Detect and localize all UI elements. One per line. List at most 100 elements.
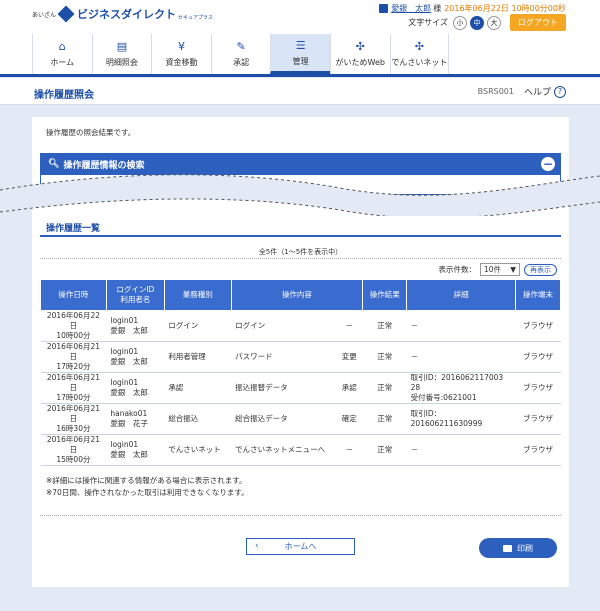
nav-label: 承認: [233, 58, 250, 67]
list-section-title: 操作履歴一覧: [46, 224, 101, 234]
cell-detail: 取引ID： 201606211630999: [406, 403, 516, 435]
bank-logo[interactable]: あいざん ビジネスダイレクト セキュアプラス: [32, 5, 213, 23]
nav-label: 管理: [292, 56, 309, 66]
intro-text: 操作履歴の照会結果です。: [46, 128, 136, 137]
manage-icon: ☰: [295, 38, 306, 52]
bottom-divider: [40, 515, 561, 516]
col-header-terminal: 操作端末: [515, 279, 561, 311]
last-login-time: 2016年06月22日 10時00分00秒: [444, 4, 566, 13]
home-icon: ⌂: [58, 40, 66, 53]
cell-login: hanako01 愛銀 花子: [106, 403, 165, 435]
cell-category: でんさいネット: [164, 434, 232, 466]
help-label: ヘルプ: [523, 88, 551, 98]
cell-login: login01 愛銀 太郎: [106, 372, 165, 404]
redisplay-button[interactable]: 再表示: [524, 263, 557, 276]
cell-content-sub: 承認: [335, 372, 363, 404]
globe-icon: ✣: [355, 40, 365, 53]
font-size-small-button[interactable]: 小: [453, 15, 467, 30]
font-size-selector: 文字サイズ 小 中 大 ログアウト: [408, 14, 566, 31]
notes: ※詳細には操作に関連する情報がある場合に表示されます。 ※70日間、操作されなか…: [46, 475, 249, 499]
nav-item-home[interactable]: ⌂ ホーム: [32, 34, 92, 74]
display-count-control: 表示件数： 10件 ▼ 再表示: [438, 263, 557, 276]
summary-divider: [40, 258, 561, 259]
nav-label: 資金移動: [165, 58, 198, 67]
cell-content: ログイン: [231, 310, 336, 342]
nav-item-management[interactable]: ☰ 管理: [270, 34, 330, 74]
cell-content: 総合振込データ: [231, 403, 336, 435]
logo-subtext: セキュアプラス: [178, 14, 213, 21]
screen-id: BSRS001: [477, 87, 514, 96]
cell-login: login01 愛銀 太郎: [106, 310, 165, 342]
font-size-label: 文字サイズ: [408, 18, 448, 27]
table-row: 2016年06月21日 15時00分 login01 愛銀 太郎 でんさいネット で…: [40, 434, 561, 466]
table-row: 2016年06月21日 17時00分 login01 愛銀 太郎 承認 振込振替デー…: [40, 372, 561, 404]
display-count-value: 10件: [484, 265, 502, 274]
nav-item-gaitame-web[interactable]: ✣ がいためWeb: [329, 34, 390, 74]
display-count-select[interactable]: 10件 ▼: [480, 263, 520, 276]
cell-terminal: ブラウザ: [515, 372, 561, 404]
table-row: 2016年06月21日 17時20分 login01 愛銀 太郎 利用者管理 パスワ…: [40, 341, 561, 373]
table-row: 2016年06月22日 10時00分 login01 愛銀 太郎 ログイン ログイン…: [40, 310, 561, 342]
nav-item-transfer[interactable]: ¥ 資金移動: [151, 34, 211, 74]
cell-content-sub: －: [335, 310, 363, 342]
page-break-wave: [0, 174, 600, 216]
cell-login: login01 愛銀 太郎: [106, 434, 165, 466]
yen-icon: ¥: [177, 40, 185, 53]
cell-content: 振込振替データ: [231, 372, 336, 404]
display-count-label: 表示件数：: [438, 265, 477, 274]
help-icon: ?: [554, 85, 566, 98]
logo-mark-icon: [57, 5, 75, 23]
cell-category: 利用者管理: [164, 341, 232, 373]
document-icon: ▤: [116, 40, 128, 53]
nav-label: でんさいネット: [391, 58, 448, 67]
cell-datetime: 2016年06月21日 17時00分: [40, 372, 107, 404]
nav-label: 明細照会: [105, 58, 138, 67]
col-header-category: 業務種別: [163, 279, 232, 311]
cell-result: 正常: [362, 310, 407, 342]
col-header-detail: 詳細: [406, 279, 517, 311]
user-name-link[interactable]: 愛銀 太郎: [391, 3, 431, 14]
app-header: あいざん ビジネスダイレクト セキュアプラス 愛銀 太郎 様 2016年06月2…: [0, 0, 600, 77]
user-info: 愛銀 太郎 様 2016年06月22日 10時00分00秒: [379, 3, 566, 14]
cell-terminal: ブラウザ: [515, 341, 561, 373]
list-title-underline: [40, 235, 561, 237]
bank-name-small: あいざん: [32, 11, 57, 19]
cell-content-sub: 確定: [335, 403, 363, 435]
cell-terminal: ブラウザ: [515, 310, 561, 342]
nav-item-densai-net[interactable]: ✣ でんさいネット: [389, 34, 450, 74]
page-title: 操作履歴照会: [34, 90, 94, 101]
cell-datetime: 2016年06月22日 10時00分: [40, 310, 107, 342]
col-header-login: ログインID 利用者名: [105, 279, 165, 311]
dropdown-arrow-icon: ▼: [510, 265, 516, 274]
home-button[interactable]: ‹ ホームへ: [246, 538, 355, 555]
help-link[interactable]: ヘルプ ?: [524, 85, 566, 98]
printer-icon: [503, 544, 512, 552]
nav-item-approval[interactable]: ✎ 承認: [210, 34, 271, 74]
cell-content: パスワード: [231, 341, 336, 373]
cell-datetime: 2016年06月21日 15時00分: [40, 434, 107, 466]
cell-datetime: 2016年06月21日 16時30分: [40, 403, 107, 435]
approve-icon: ✎: [236, 40, 246, 53]
cell-result: 正常: [362, 341, 407, 373]
cell-content: でんさいネットメニューへ: [231, 434, 336, 466]
cell-category: ログイン: [164, 310, 232, 342]
user-honorific: 様: [433, 4, 442, 13]
cell-terminal: ブラウザ: [515, 434, 561, 466]
result-summary: 全5件（1～5件を表示中）: [258, 248, 343, 256]
print-button[interactable]: 印刷: [479, 538, 557, 558]
table-row: 2016年06月21日 16時30分 hanako01 愛銀 花子 総合振込 総合振…: [40, 403, 561, 435]
font-size-large-button[interactable]: 大: [487, 15, 501, 30]
note-line: ※70日間、操作されなかった取引は利用できなくなります。: [46, 488, 249, 497]
operation-history-table: 操作日時 ログインID 利用者名 業務種別 操作内容 操作結果 詳細 操作端末 2…: [40, 279, 561, 466]
nav-item-statements[interactable]: ▤ 明細照会: [91, 34, 152, 74]
note-line: ※詳細には操作に関連する情報がある場合に表示されます。: [46, 476, 247, 485]
cell-content-sub: －: [335, 434, 363, 466]
denshi-icon: ✣: [414, 40, 424, 53]
font-size-medium-button[interactable]: 中: [470, 15, 484, 30]
logout-button[interactable]: ログアウト: [510, 14, 566, 31]
page-title-bar: 操作履歴照会 BSRS001 ヘルプ ?: [0, 78, 600, 105]
cell-result: 正常: [362, 403, 407, 435]
cell-content-sub: 変更: [335, 341, 363, 373]
cell-category: 承認: [164, 372, 232, 404]
logo-text: ビジネスダイレクト: [77, 8, 177, 21]
